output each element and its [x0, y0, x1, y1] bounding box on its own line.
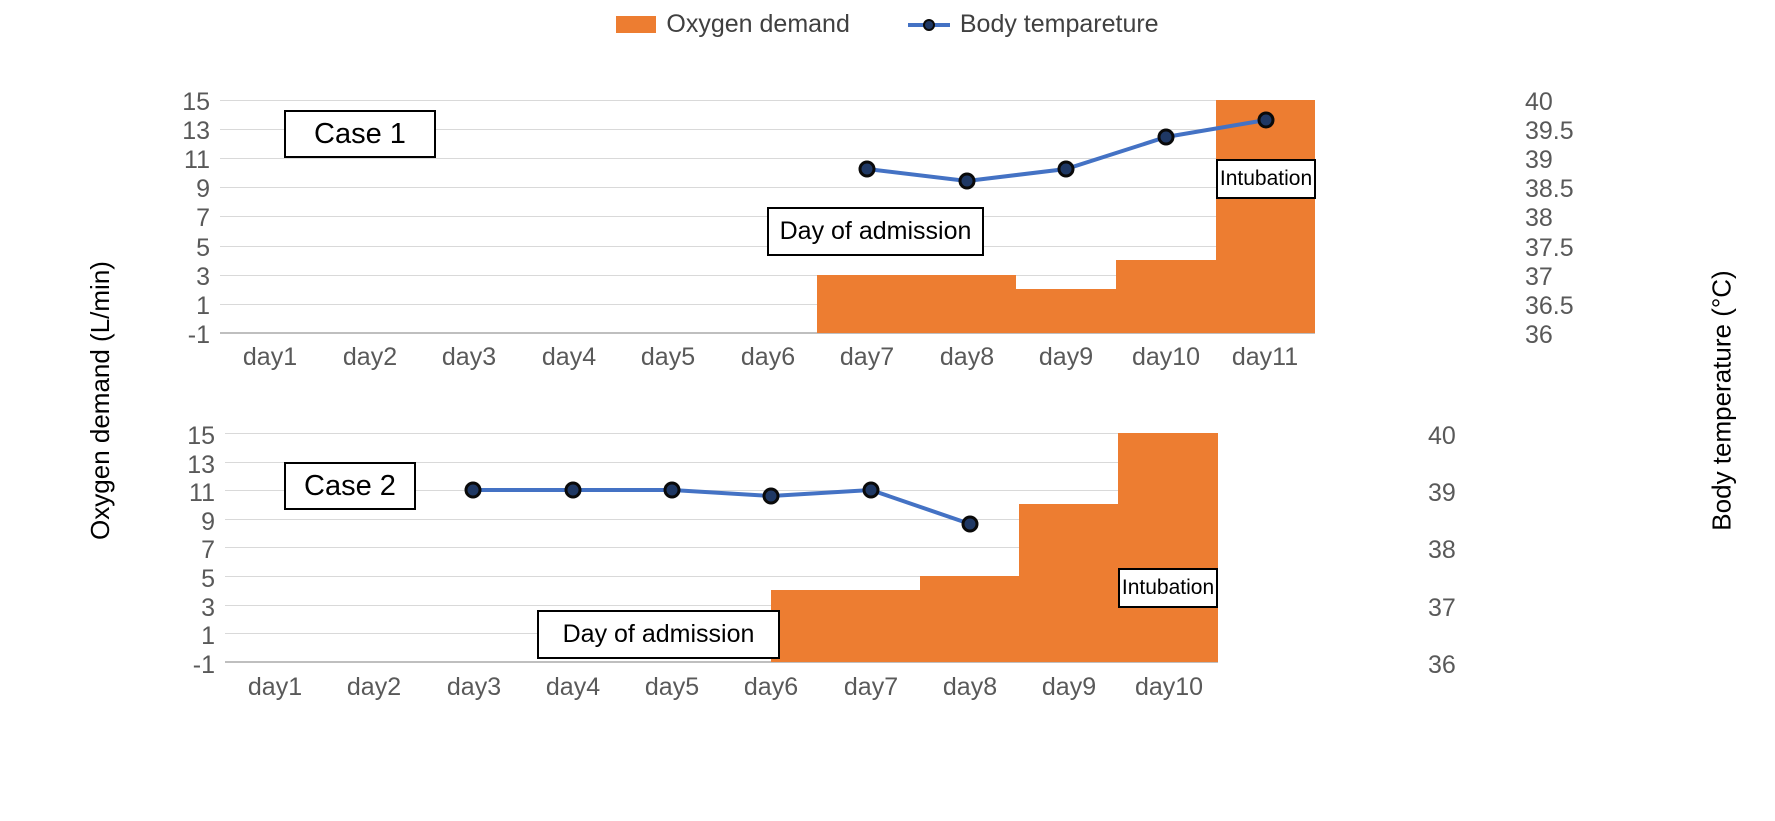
gridline [225, 433, 1218, 434]
x-tick: day5 [644, 673, 700, 701]
x-tick: day3 [446, 673, 502, 701]
chart-page: Oxygen demand Body tempareture Oxygen de… [0, 0, 1775, 821]
y-tick-right: 38 [1428, 536, 1456, 564]
oxygen-bar-segment [920, 576, 1019, 662]
temperature-marker [762, 487, 780, 505]
y-tick-right: 40 [1428, 422, 1456, 450]
day-of-admission-callout-case-2: Day of admission [537, 610, 780, 659]
x-tick: day8 [942, 673, 998, 701]
intubation-callout-case-2: Intubation [1118, 568, 1218, 608]
x-tick: day7 [843, 673, 899, 701]
y-tick-left: 15 [187, 422, 215, 450]
oxygen-bar-segment [1118, 433, 1218, 662]
chart-case-2: 15 13 11 9 7 5 3 1 -1 40 39 38 37 36 day… [0, 0, 1775, 821]
y-tick-left: 3 [201, 594, 215, 622]
y-tick-left: 9 [201, 508, 215, 536]
x-tick: day10 [1134, 673, 1204, 701]
y-tick-left: 11 [189, 479, 215, 507]
y-tick-left: 1 [201, 622, 215, 650]
y-tick-right: 37 [1428, 594, 1456, 622]
x-tick: day6 [743, 673, 799, 701]
x-tick: day4 [545, 673, 601, 701]
x-tick: day9 [1041, 673, 1097, 701]
x-tick: day2 [346, 673, 402, 701]
y-tick-left: 7 [201, 536, 215, 564]
y-tick-left: -1 [192, 651, 215, 679]
y-tick-right: 39 [1428, 479, 1456, 507]
oxygen-bar-segment [1019, 504, 1118, 662]
y-tick-left: 5 [201, 565, 215, 593]
y-tick-right: 36 [1428, 651, 1456, 679]
oxygen-bar-segment [771, 590, 920, 662]
case-2-label: Case 2 [284, 462, 416, 510]
x-tick: day1 [247, 673, 303, 701]
y-tick-left: 13 [187, 451, 215, 479]
